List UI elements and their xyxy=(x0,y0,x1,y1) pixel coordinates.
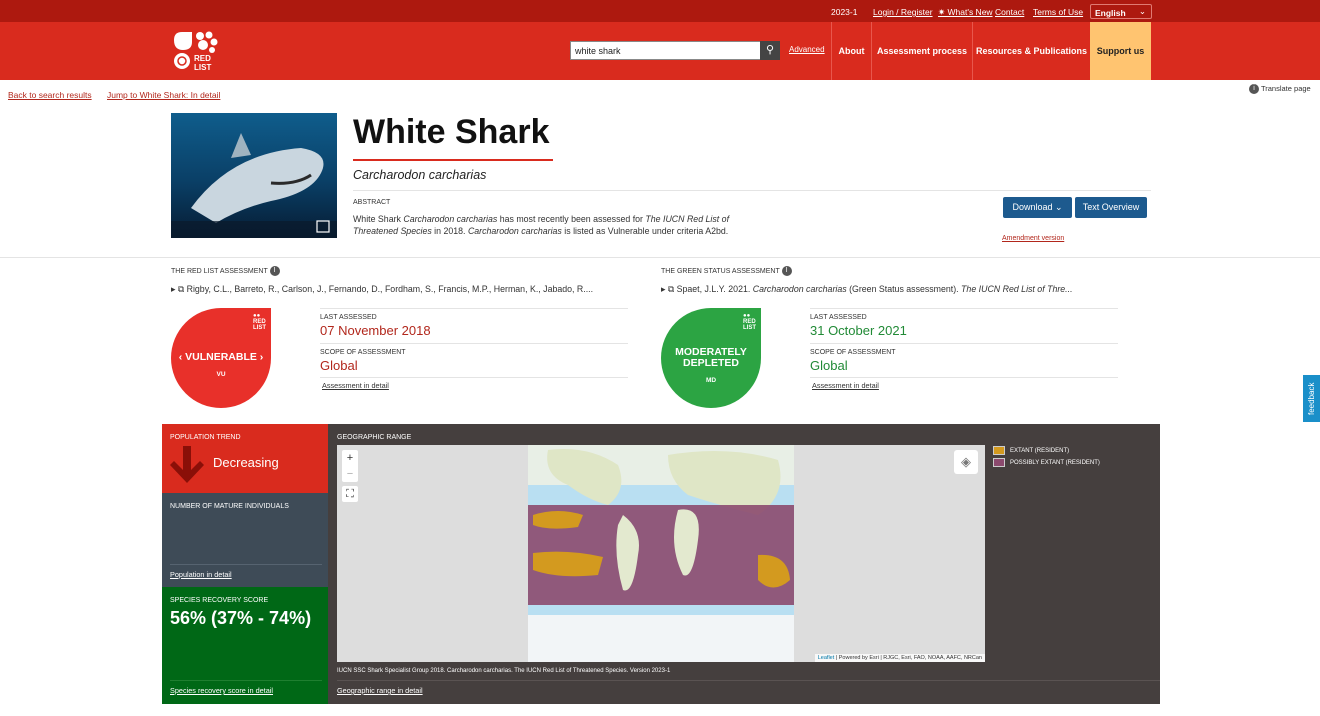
red-list-heading: THE RED LIST ASSESSMENT i xyxy=(171,266,280,276)
red-list-logo[interactable]: RED LIST xyxy=(172,30,222,72)
chevron-down-icon: ⌄ xyxy=(1055,202,1063,212)
assessment-detail-link[interactable]: Assessment in detail xyxy=(812,381,1118,390)
search-icon: ⚲ xyxy=(765,44,775,56)
main-header: RED LIST white shark ⚲ Advanced About As… xyxy=(0,22,1320,80)
red-list-category-badge[interactable]: ●● RED LIST ‹ VULNERABLE › VU xyxy=(171,308,271,408)
red-list-details: LAST ASSESSED 07 November 2018 SCOPE OF … xyxy=(320,308,628,390)
legend-extant: EXTANT (RESIDENT) xyxy=(993,446,1069,455)
text-overview-button[interactable]: Text Overview xyxy=(1075,197,1147,218)
scope-value: Global xyxy=(320,358,358,373)
green-status-category-badge[interactable]: ●● RED LIST MODERATELY DEPLETED MD xyxy=(661,308,761,408)
layers-icon: ◈ xyxy=(961,454,971,469)
red-list-mini-logo: ●● RED LIST xyxy=(743,313,756,331)
terms-link[interactable]: Terms of Use xyxy=(1033,7,1083,17)
copy-icon[interactable]: ⧉ xyxy=(178,284,184,294)
legend-possibly-extant: POSSIBLY EXTANT (RESIDENT) xyxy=(993,458,1100,467)
copy-icon[interactable]: ⧉ xyxy=(668,284,674,294)
nav-support-us[interactable]: Support us xyxy=(1090,22,1151,80)
jump-to-detail-link[interactable]: Jump to White Shark: In detail xyxy=(107,90,220,100)
red-list-mini-logo: ●● RED LIST xyxy=(253,313,266,331)
summary-panel: POPULATION TREND Decreasing NUMBER OF MA… xyxy=(162,424,1160,704)
species-common-name: White Shark xyxy=(353,113,550,151)
divider xyxy=(353,190,1151,191)
feedback-tab[interactable]: feedback xyxy=(1303,375,1320,422)
recovery-score-card: SPECIES RECOVERY SCORE 56% (37% - 74%) S… xyxy=(162,587,328,704)
range-citation: IUCN SSC Shark Specialist Group 2018. Ca… xyxy=(337,668,671,674)
nav-assessment-process[interactable]: Assessment process xyxy=(871,22,972,80)
divider xyxy=(0,257,1320,258)
whats-new-link[interactable]: ✷ What's New xyxy=(938,7,993,18)
info-icon[interactable]: i xyxy=(269,266,280,276)
map-tiles xyxy=(528,445,794,662)
last-assessed-date: 31 October 2021 xyxy=(810,323,907,338)
range-map[interactable]: + − ⛶ ◈ Leaflet | Powered by Esri | RJGC,… xyxy=(337,445,985,662)
arrow-down-icon xyxy=(170,446,204,483)
amendment-version-link[interactable]: Amendment version xyxy=(1002,235,1064,242)
population-trend-value: Decreasing xyxy=(213,455,279,470)
nav-resources[interactable]: Resources & Publications xyxy=(972,22,1090,80)
svg-text:LIST: LIST xyxy=(194,63,211,72)
recovery-score-detail-link[interactable]: Species recovery score in detail xyxy=(170,686,273,695)
search-input[interactable]: white shark xyxy=(570,41,761,60)
fullscreen-icon: ⛶ xyxy=(346,488,354,500)
green-status-details: LAST ASSESSED 31 October 2021 SCOPE OF A… xyxy=(810,308,1118,390)
layers-button[interactable]: ◈ xyxy=(954,450,978,474)
scope-value: Global xyxy=(810,358,848,373)
species-photo[interactable] xyxy=(171,113,337,238)
zoom-control: + − xyxy=(342,450,358,482)
advanced-search-link[interactable]: Advanced xyxy=(789,45,825,54)
fullscreen-button[interactable]: ⛶ xyxy=(342,486,358,502)
species-scientific-name: Carcharodon carcharias xyxy=(353,168,487,182)
language-select[interactable]: English ⌄ xyxy=(1090,4,1152,19)
info-icon: i xyxy=(1249,84,1259,95)
chevron-down-icon: ⌄ xyxy=(1138,6,1146,16)
assessment-detail-link[interactable]: Assessment in detail xyxy=(322,381,628,390)
version-label: 2023-1 xyxy=(831,7,858,17)
contact-link[interactable]: Contact xyxy=(995,7,1024,17)
abstract-label: ABSTRACT xyxy=(353,199,391,206)
mature-individuals-card: NUMBER OF MATURE INDIVIDUALS Population … xyxy=(162,493,328,587)
nav-about[interactable]: About xyxy=(831,22,871,80)
top-utility-bar: 2023-1 Login / Register ✷ What's New Con… xyxy=(0,0,1320,22)
abstract-text: White Shark Carcharodon carcharias has m… xyxy=(353,214,730,236)
svg-text:RED: RED xyxy=(194,54,211,63)
back-to-results-link[interactable]: Back to search results xyxy=(8,90,92,100)
last-assessed-date: 07 November 2018 xyxy=(320,323,431,338)
translate-page-button[interactable]: i Translate page xyxy=(1249,84,1311,95)
zoom-in-button[interactable]: + xyxy=(342,450,358,466)
geographic-range-heading: GEOGRAPHIC RANGE xyxy=(337,434,412,441)
red-list-citation[interactable]: ▸ ⧉ Rigby, C.L., Barreto, R., Carlson, J… xyxy=(171,284,593,295)
download-button[interactable]: Download ⌄ xyxy=(1003,197,1072,218)
green-status-heading: THE GREEN STATUS ASSESSMENT i xyxy=(661,266,792,276)
population-trend-card: POPULATION TREND Decreasing xyxy=(162,424,328,493)
title-underline xyxy=(353,159,553,161)
zoom-out-button[interactable]: − xyxy=(342,466,358,482)
geographic-range-detail-link[interactable]: Geographic range in detail xyxy=(337,686,423,695)
info-icon[interactable]: i xyxy=(781,266,792,276)
login-link[interactable]: Login / Register xyxy=(873,7,933,17)
map-attribution: Leaflet | Powered by Esri | RJGC, Esri, … xyxy=(814,654,985,662)
recovery-score-value: 56% (37% - 74%) xyxy=(170,608,312,628)
population-detail-link[interactable]: Population in detail xyxy=(170,570,232,579)
search-button[interactable]: ⚲ xyxy=(760,41,780,60)
green-status-citation[interactable]: ▸ ⧉ Spaet, J.L.Y. 2021. Carcharodon carc… xyxy=(661,284,1073,295)
